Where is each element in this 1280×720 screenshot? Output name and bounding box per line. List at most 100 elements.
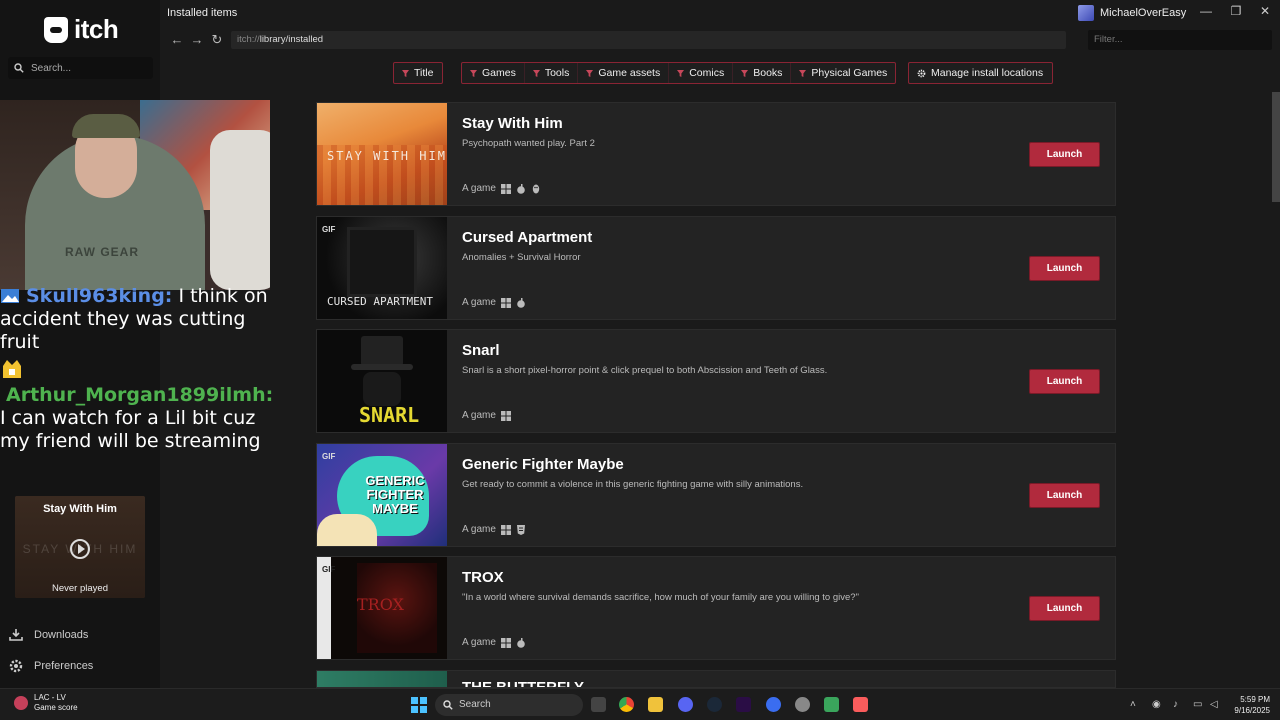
game-cover[interactable]: GIF CURSED APARTMENT — [317, 217, 447, 319]
windows-taskbar: LAC - LV Game score Search ˄ ◉ ♪ ▭ ◁ 5:5… — [0, 688, 1280, 720]
launch-button[interactable]: Launch — [1029, 483, 1100, 508]
game-title[interactable]: Stay With Him — [462, 115, 563, 132]
html5-icon — [516, 524, 525, 535]
windows-icon — [500, 410, 511, 421]
apple-icon — [517, 637, 525, 648]
game-title[interactable]: TROX — [462, 569, 504, 586]
premiere-icon[interactable] — [736, 697, 751, 712]
widgets-button[interactable]: LAC - LV Game score — [14, 693, 78, 713]
filter-tools[interactable]: Tools — [525, 63, 579, 83]
close-icon[interactable]: ✕ — [1258, 4, 1272, 18]
now-playing-card[interactable]: STAY WITH HIM Stay With Him Never played — [15, 496, 145, 598]
game-row[interactable]: GIF CURSED APARTMENT Cursed Apartment An… — [316, 216, 1116, 320]
game-platforms: A game — [462, 524, 526, 535]
filter-label: Books — [753, 67, 783, 79]
cover-text: STAY WITH HIM — [327, 149, 447, 163]
chat-username: Skull963king: — [26, 285, 173, 307]
play-icon[interactable] — [70, 539, 90, 559]
chat-username: Arthur_Morgan1899ilmh: — [6, 384, 274, 406]
chat-text: I can watch for a Lil bit cuz my friend … — [0, 407, 261, 452]
minimize-icon[interactable]: — — [1199, 4, 1213, 18]
image-badge-icon — [1, 289, 19, 303]
game-platforms: A game — [462, 183, 541, 194]
microphone-icon[interactable]: ♪ — [1173, 699, 1178, 710]
network-icon[interactable]: ◉ — [1152, 699, 1161, 710]
game-title[interactable]: Generic Fighter Maybe — [462, 456, 624, 473]
itch-logo[interactable]: itch — [44, 14, 119, 45]
filter-game-assets[interactable]: Game assets — [578, 63, 670, 83]
game-description: Psychopath wanted play. Part 2 — [462, 138, 595, 149]
discord-icon[interactable] — [678, 697, 693, 712]
manage-install-locations-button[interactable]: Manage install locations — [908, 62, 1054, 84]
sort-title-button[interactable]: Title — [393, 62, 444, 84]
game-description: Anomalies + Survival Horror — [462, 252, 581, 263]
filter-input[interactable]: Filter... — [1088, 30, 1272, 50]
game-cover[interactable]: SNARL — [317, 330, 447, 432]
game-row[interactable]: GIF TROX TROX "In a world where survival… — [316, 556, 1116, 660]
game-title[interactable]: Cursed Apartment — [462, 229, 592, 246]
now-playing-status: Never played — [52, 583, 108, 594]
game-cover[interactable]: GIF TROX — [317, 557, 447, 659]
taskbar-search[interactable]: Search — [435, 694, 583, 716]
cover-text: SNARL — [359, 403, 420, 427]
game-platforms: A game — [462, 297, 526, 308]
clock[interactable]: 5:59 PM 9/16/2025 — [1228, 694, 1270, 716]
sidebar-search-input[interactable]: Search... — [8, 57, 153, 79]
avatar — [1078, 5, 1094, 21]
reload-icon[interactable]: ↻ — [210, 33, 224, 47]
funnel-icon — [799, 69, 807, 77]
task-view-icon[interactable] — [591, 697, 606, 712]
itch-app-window: itch Search... Downloads Preferences RAW… — [0, 0, 1280, 688]
game-row[interactable]: SNARL Snarl Snarl is a short pixel-horro… — [316, 329, 1116, 433]
game-row[interactable]: GIF GENERIC FIGHTER MAYBE Generic Fighte… — [316, 443, 1116, 547]
url-bar[interactable]: itch://library/installed — [231, 31, 1066, 49]
filter-books[interactable]: Books — [733, 63, 792, 83]
app-icon[interactable] — [824, 697, 839, 712]
clock-date: 9/16/2025 — [1234, 706, 1270, 715]
itch-taskbar-icon[interactable] — [853, 697, 868, 712]
sidebar-item-preferences[interactable]: Preferences — [8, 658, 93, 674]
widget-subtitle: Game score — [34, 703, 78, 712]
maximize-icon[interactable]: ❐ — [1229, 4, 1243, 18]
game-row[interactable]: STAY WITH HIM Stay With Him Psychopath w… — [316, 102, 1116, 206]
windows-icon — [500, 637, 511, 648]
search-icon — [14, 63, 24, 73]
game-cover[interactable]: STAY WITH HIM — [317, 103, 447, 205]
user-menu[interactable]: MichaelOverEasy — [1078, 5, 1186, 21]
game-cover[interactable] — [317, 671, 447, 687]
sidebar-item-downloads[interactable]: Downloads — [8, 627, 88, 643]
obs-icon[interactable] — [795, 697, 810, 712]
game-title[interactable]: Snarl — [462, 342, 500, 359]
chevron-up-icon[interactable]: ˄ — [1130, 699, 1136, 710]
launch-button[interactable]: Launch — [1029, 142, 1100, 167]
funnel-icon — [532, 69, 540, 77]
launch-button[interactable]: Launch — [1029, 596, 1100, 621]
start-button[interactable] — [411, 697, 427, 713]
game-cover[interactable]: GIF GENERIC FIGHTER MAYBE — [317, 444, 447, 546]
sort-title-label: Title — [414, 67, 434, 79]
steam-icon[interactable] — [707, 697, 722, 712]
back-arrow-icon[interactable]: ← — [170, 33, 184, 47]
itch-logo-icon — [44, 16, 68, 43]
filter-games[interactable]: Games — [462, 63, 525, 83]
chrome-icon[interactable] — [619, 697, 634, 712]
filter-comics[interactable]: Comics — [669, 63, 734, 83]
volume-icon[interactable]: ◁ — [1210, 699, 1218, 710]
file-explorer-icon[interactable] — [648, 697, 663, 712]
launch-button[interactable]: Launch — [1029, 256, 1100, 281]
category-filter-group: Games Tools Game assets Comics Books Phy… — [461, 62, 897, 84]
windows-icon — [500, 183, 511, 194]
filter-label: Physical Games — [811, 67, 888, 79]
app-icon[interactable] — [766, 697, 781, 712]
now-playing-title: Stay With Him — [43, 503, 117, 515]
username: MichaelOverEasy — [1100, 7, 1187, 19]
game-title[interactable]: THE BUTTERFLY — [462, 679, 584, 687]
manage-label: Manage install locations — [931, 67, 1044, 79]
display-icon[interactable]: ▭ — [1193, 699, 1202, 710]
gif-badge: GIF — [322, 452, 336, 461]
launch-button[interactable]: Launch — [1029, 369, 1100, 394]
forward-arrow-icon[interactable]: → — [190, 33, 204, 47]
filter-physical-games[interactable]: Physical Games — [791, 63, 895, 83]
game-row[interactable]: THE BUTTERFLY — [316, 670, 1116, 688]
scrollbar[interactable] — [1272, 92, 1280, 202]
